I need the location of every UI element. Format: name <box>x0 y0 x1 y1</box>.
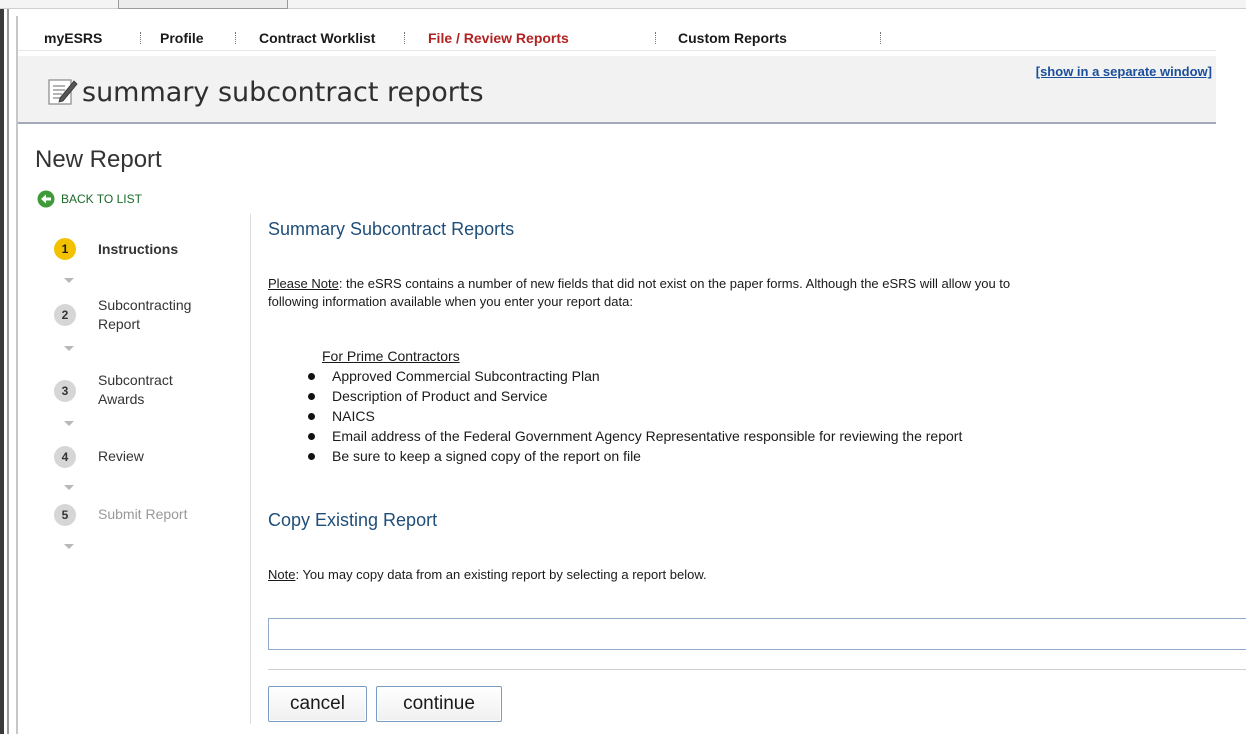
list-item-text: Be sure to keep a signed copy of the rep… <box>332 448 641 464</box>
browser-tab-strip <box>0 0 1246 9</box>
step-number: 2 <box>54 304 76 326</box>
window-inner-border <box>7 0 9 734</box>
step-arrow-icon <box>64 346 74 351</box>
page-banner: summary subcontract reports [show in a s… <box>18 56 1216 124</box>
step-arrow-icon <box>64 485 74 490</box>
step-arrow-icon <box>64 421 74 426</box>
copy-note-label: Note <box>268 567 296 582</box>
nav-item-custom-reports[interactable]: Custom Reports <box>678 30 787 46</box>
report-edit-icon <box>48 79 78 105</box>
please-note-paragraph: Please Note: the eSRS contains a number … <box>268 275 1010 293</box>
bullet-icon <box>308 373 315 380</box>
continue-button[interactable]: continue <box>376 686 502 722</box>
step-number: 3 <box>54 380 76 402</box>
step-label: Awards <box>98 391 145 407</box>
bullet-icon <box>308 393 315 400</box>
step-number: 1 <box>54 238 76 260</box>
prime-contractors-heading: For Prime Contractors <box>322 348 460 364</box>
nav-item-profile[interactable]: Profile <box>160 30 204 46</box>
bullet-icon <box>308 433 315 440</box>
please-note-text: : the eSRS contains a number of new fiel… <box>338 276 1011 291</box>
nav-item-contract-worklist[interactable]: Contract Worklist <box>259 30 375 46</box>
step-label: Instructions <box>98 241 179 257</box>
nav-item-file-review-reports[interactable]: File / Review Reports <box>428 30 569 46</box>
top-nav: myESRS Profile Contract Worklist File / … <box>18 24 1216 51</box>
copy-note-paragraph: Note: You may copy data from an existing… <box>268 566 707 584</box>
nav-separator <box>235 32 236 44</box>
step-number: 4 <box>54 446 76 468</box>
nav-separator <box>140 32 141 44</box>
step-arrow-icon <box>64 544 74 549</box>
bullet-icon <box>308 413 315 420</box>
please-note-label: Please Note <box>268 276 339 291</box>
back-arrow-icon <box>37 190 55 208</box>
step-label: Subcontracting <box>98 297 192 313</box>
step-label: Review <box>98 448 144 464</box>
step-label: Submit Report <box>98 506 188 522</box>
list-item-text: Description of Product and Service <box>332 388 548 404</box>
sidebar-divider <box>250 214 251 724</box>
step-arrow-icon <box>64 278 74 283</box>
bullet-icon <box>308 453 315 460</box>
step-number: 5 <box>54 504 76 526</box>
nav-item-myesrs[interactable]: myESRS <box>44 30 102 46</box>
section-title-summary: Summary Subcontract Reports <box>268 219 515 239</box>
nav-separator <box>404 32 405 44</box>
section-title-copy-existing: Copy Existing Report <box>268 510 438 530</box>
cancel-button[interactable]: cancel <box>268 686 367 722</box>
show-separate-window-link[interactable]: [show in a separate window] <box>1036 64 1212 79</box>
nav-separator <box>655 32 656 44</box>
list-item-text: Email address of the Federal Government … <box>332 428 963 444</box>
window-left-border <box>0 0 4 734</box>
step-label: Subcontract <box>98 372 173 388</box>
copy-note-text: : You may copy data from an existing rep… <box>295 567 707 582</box>
nav-separator <box>880 32 881 44</box>
page-title: New Report <box>35 146 162 173</box>
banner-title: summary subcontract reports <box>82 77 484 108</box>
list-item-text: NAICS <box>332 408 375 424</box>
form-divider <box>268 669 1246 670</box>
step-label: Report <box>98 316 141 332</box>
please-note-paragraph-line2: following information available when you… <box>268 294 633 309</box>
list-item-text: Approved Commercial Subcontracting Plan <box>332 368 600 384</box>
browser-tab[interactable] <box>118 0 288 9</box>
existing-report-select[interactable] <box>268 618 1246 650</box>
back-to-list-label: BACK TO LIST <box>61 192 142 206</box>
